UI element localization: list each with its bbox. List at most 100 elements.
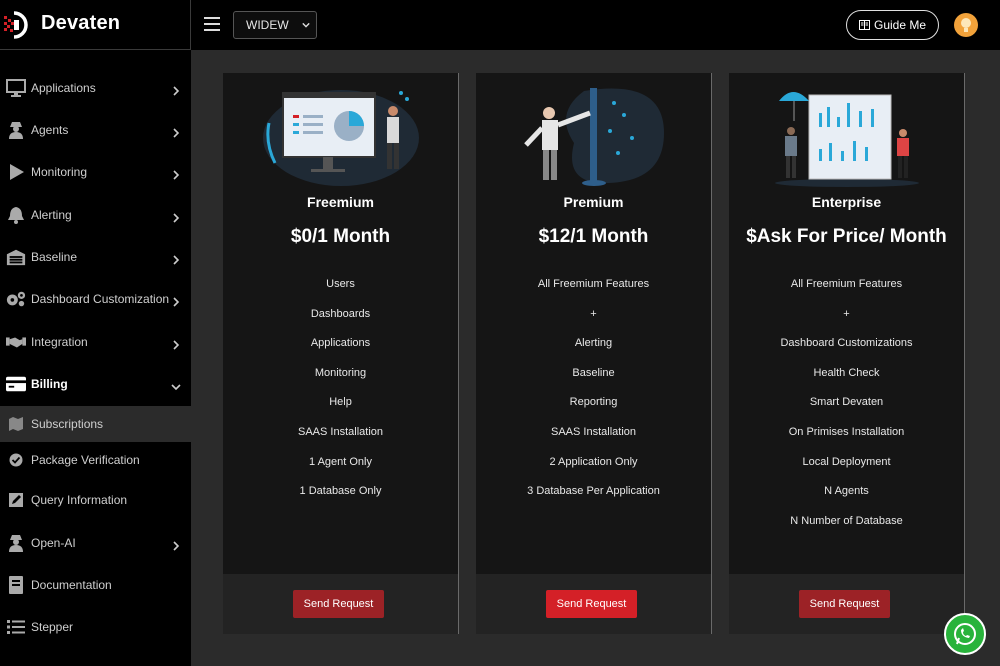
sidebar-item-documentation[interactable]: Documentation — [0, 567, 191, 603]
whatsapp-chat-icon[interactable] — [944, 613, 986, 655]
plan-feature: N Number of Database — [790, 515, 903, 527]
sidebar-item-alerting[interactable]: Alerting — [0, 197, 191, 233]
send-request-button[interactable]: Send Request — [799, 590, 890, 618]
chevron-right-icon — [171, 252, 181, 265]
sidebar-item-baseline[interactable]: Baseline — [0, 239, 191, 275]
chevron-right-icon — [171, 538, 181, 551]
plan-footer: Send Request — [476, 574, 711, 634]
credit-card-icon — [6, 374, 26, 394]
plan-feature: 2 Application Only — [549, 456, 638, 468]
plan-name: Enterprise — [811, 194, 882, 210]
sidebar-item-label: Baseline — [31, 250, 78, 264]
sidebar-item-billing[interactable]: Billing — [0, 366, 191, 402]
sidebar-item-label: Agents — [31, 123, 69, 137]
workspace-select-value: WIDEW — [246, 18, 289, 32]
plan-feature: Reporting — [569, 396, 618, 408]
guide-me-label: Guide Me — [873, 18, 927, 32]
chevron-right-icon — [171, 210, 181, 223]
plan-feature: All Freemium Features — [537, 278, 650, 290]
sidebar-item-label: Integration — [31, 335, 88, 349]
sidebar-item-subscriptions[interactable]: Subscriptions — [0, 406, 191, 442]
chevron-right-icon — [171, 167, 181, 180]
plan-feature: Users — [326, 278, 355, 290]
edit-icon — [9, 493, 23, 507]
sidebar-item-label: Applications — [31, 81, 96, 95]
gears-icon — [6, 289, 26, 309]
list-icon — [6, 617, 26, 637]
plan-feature: On Primises Installation — [788, 426, 905, 438]
sidebar-item-label: Query Information — [31, 493, 128, 507]
book-icon — [858, 20, 870, 30]
plan-card-premium: Premium $12/1 Month All Freemium Feature… — [476, 73, 712, 634]
plan-feature: Applications — [310, 337, 371, 349]
plan-footer: Send Request — [223, 574, 458, 634]
plan-feature: 3 Database Per Application — [527, 485, 660, 497]
sidebar-item-label: Monitoring — [31, 165, 88, 179]
plan-feature: Dashboard Customizations — [780, 337, 913, 349]
agent-icon — [6, 120, 26, 140]
chevron-right-icon — [171, 337, 181, 350]
workspace-select[interactable]: WIDEW — [233, 11, 317, 39]
sidebar-item-label: Documentation — [31, 578, 112, 592]
chevron-down-icon — [302, 22, 310, 28]
brand[interactable]: Devaten — [0, 0, 191, 50]
plan-feature: 1 Agent Only — [309, 456, 372, 468]
sidebar-item-label: Billing — [31, 377, 68, 391]
chevron-right-icon — [171, 125, 181, 138]
handshake-icon — [6, 332, 26, 352]
sidebar-item-label: Open-AI — [31, 536, 76, 550]
sidebar-item-open-ai[interactable]: Open-AI — [0, 525, 191, 561]
plan-feature: Dashboards — [310, 308, 371, 320]
plan-feature: SAAS Installation — [298, 426, 383, 438]
chevron-right-icon — [171, 83, 181, 96]
book-icon — [6, 575, 26, 595]
chevron-down-icon — [171, 379, 181, 391]
sidebar-item-dashboard-customization[interactable]: Dashboard Customization — [0, 281, 191, 317]
plan-feature: + — [590, 308, 597, 320]
lightbulb-avatar-icon[interactable] — [954, 13, 978, 37]
plan-card-enterprise: Enterprise $Ask For Price/ Month All Fre… — [729, 73, 965, 634]
plan-feature: Smart Devaten — [809, 396, 884, 408]
check-circle-icon — [9, 453, 23, 467]
send-request-button[interactable]: Send Request — [546, 590, 637, 618]
sidebar-item-monitoring[interactable]: Monitoring — [0, 154, 191, 190]
devaten-logo-icon — [4, 11, 28, 39]
sidebar-item-agents[interactable]: Agents — [0, 112, 191, 148]
plan-feature: Help — [329, 396, 352, 408]
sidebar-item-integration[interactable]: Integration — [0, 324, 191, 360]
plan-price: $Ask For Price/ Month — [746, 226, 947, 247]
bell-icon — [6, 205, 26, 225]
plan-feature: 1 Database Only — [299, 485, 382, 497]
agent-icon — [6, 533, 26, 553]
guide-me-button[interactable]: Guide Me — [846, 10, 939, 40]
plan-feature: Monitoring — [314, 367, 367, 379]
sidebar-item-label: Package Verification — [31, 453, 140, 467]
plan-card-freemium: Freemium $0/1 Month Users Dashboards App… — [223, 73, 459, 634]
plan-footer: Send Request — [729, 574, 964, 634]
sidebar-item-stepper[interactable]: Stepper — [0, 609, 191, 645]
map-icon — [9, 417, 23, 431]
monitor-icon — [6, 78, 26, 98]
plan-feature: SAAS Installation — [551, 426, 636, 438]
plan-feature: All Freemium Features — [790, 278, 903, 290]
sidebar: Devaten Applications Agents Monitoring Aler… — [0, 0, 191, 666]
sidebar-item-query-information[interactable]: Query Information — [0, 482, 191, 518]
plan-name: Premium — [563, 194, 624, 210]
play-icon — [6, 162, 26, 182]
chevron-right-icon — [171, 294, 181, 307]
brand-name: Devaten — [41, 12, 121, 34]
topbar: WIDEW Guide Me — [191, 0, 1000, 50]
garage-icon — [6, 247, 26, 267]
plan-feature: Local Deployment — [802, 456, 891, 468]
sidebar-item-applications[interactable]: Applications — [0, 70, 191, 106]
plan-feature: N Agents — [824, 485, 869, 497]
bar-chart-presentation-illustration-icon — [775, 92, 919, 187]
sidebar-item-label: Alerting — [31, 208, 72, 222]
send-request-button[interactable]: Send Request — [293, 590, 384, 618]
plan-price: $12/1 Month — [538, 226, 649, 247]
plan-feature: Baseline — [572, 367, 615, 379]
sidebar-item-label: Dashboard Customization — [31, 292, 170, 306]
hamburger-menu-icon[interactable] — [204, 17, 220, 31]
sidebar-item-package-verification[interactable]: Package Verification — [0, 442, 191, 478]
plan-feature: Health Check — [813, 367, 880, 379]
